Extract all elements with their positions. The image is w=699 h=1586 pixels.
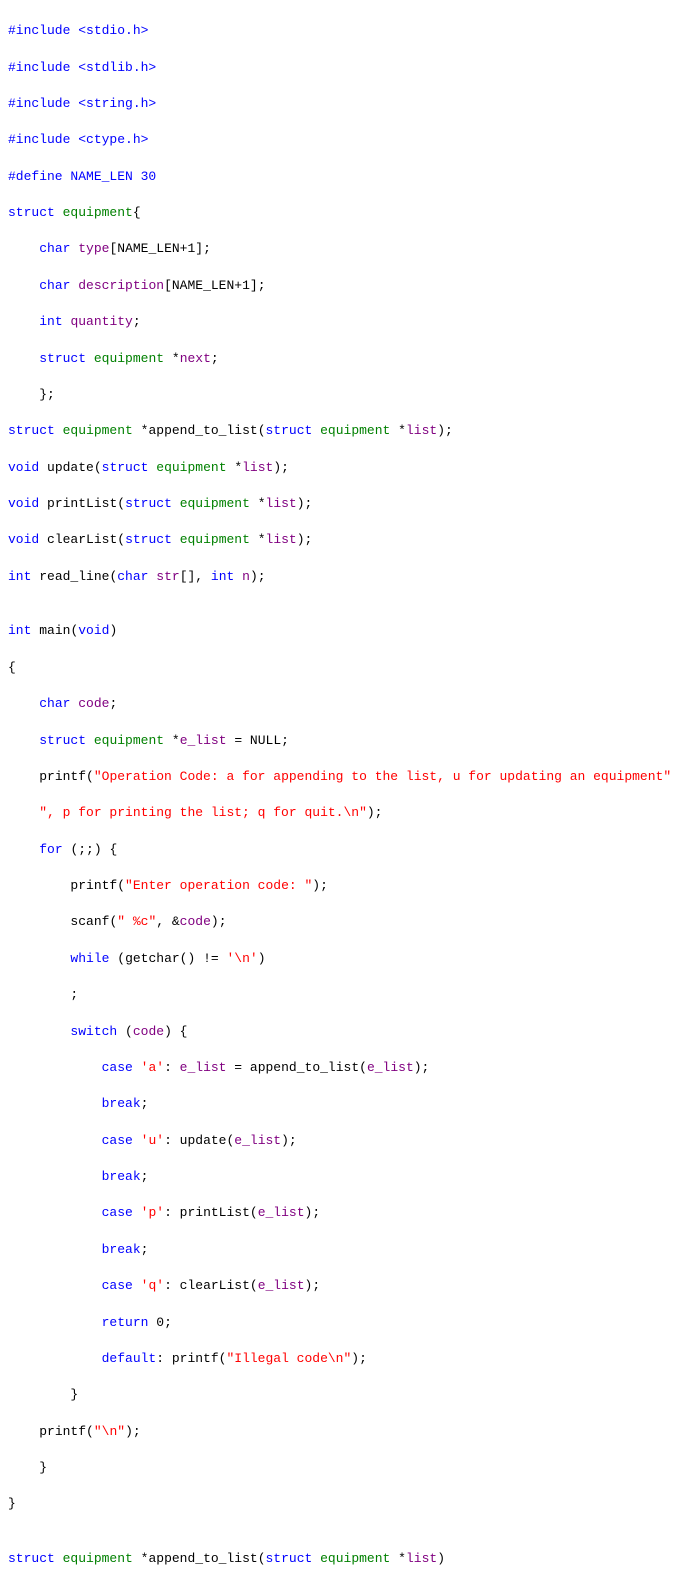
line-23: ", p for printing the list; q for quit.\… — [8, 804, 691, 822]
line-4: #include <ctype.h> — [8, 131, 691, 149]
line-35: break; — [8, 1241, 691, 1259]
code-editor: #include <stdio.h> #include <stdlib.h> #… — [0, 0, 699, 1586]
line-16: int read_line(char str[], int n); — [8, 568, 691, 586]
line-13: void update(struct equipment *list); — [8, 459, 691, 477]
line-39: } — [8, 1386, 691, 1404]
line-22: printf("Operation Code: a for appending … — [8, 768, 691, 786]
line-20: char code; — [8, 695, 691, 713]
line-31: break; — [8, 1095, 691, 1113]
line-8: char description[NAME_LEN+1]; — [8, 277, 691, 295]
line-24: for (;;) { — [8, 841, 691, 859]
line-38: default: printf("Illegal code\n"); — [8, 1350, 691, 1368]
line-18: int main(void) — [8, 622, 691, 640]
line-27: while (getchar() != '\n') — [8, 950, 691, 968]
line-2: #include <stdlib.h> — [8, 59, 691, 77]
line-14: void printList(struct equipment *list); — [8, 495, 691, 513]
line-12: struct equipment *append_to_list(struct … — [8, 422, 691, 440]
line-1: #include <stdio.h> — [8, 22, 691, 40]
line-26: scanf(" %c", &code); — [8, 913, 691, 931]
line-5: #define NAME_LEN 30 — [8, 168, 691, 186]
line-30: case 'a': e_list = append_to_list(e_list… — [8, 1059, 691, 1077]
line-28: ; — [8, 986, 691, 1004]
line-6: struct equipment{ — [8, 204, 691, 222]
line-9: int quantity; — [8, 313, 691, 331]
line-40: printf("\n"); — [8, 1423, 691, 1441]
line-41: } — [8, 1459, 691, 1477]
line-44: struct equipment *append_to_list(struct … — [8, 1550, 691, 1568]
line-42: } — [8, 1495, 691, 1513]
line-29: switch (code) { — [8, 1023, 691, 1041]
line-34: case 'p': printList(e_list); — [8, 1204, 691, 1222]
line-37: return 0; — [8, 1314, 691, 1332]
line-21: struct equipment *e_list = NULL; — [8, 732, 691, 750]
line-15: void clearList(struct equipment *list); — [8, 531, 691, 549]
line-32: case 'u': update(e_list); — [8, 1132, 691, 1150]
line-19: { — [8, 659, 691, 677]
line-3: #include <string.h> — [8, 95, 691, 113]
line-7: char type[NAME_LEN+1]; — [8, 240, 691, 258]
line-36: case 'q': clearList(e_list); — [8, 1277, 691, 1295]
line-25: printf("Enter operation code: "); — [8, 877, 691, 895]
line-33: break; — [8, 1168, 691, 1186]
line-10: struct equipment *next; — [8, 350, 691, 368]
line-11: }; — [8, 386, 691, 404]
